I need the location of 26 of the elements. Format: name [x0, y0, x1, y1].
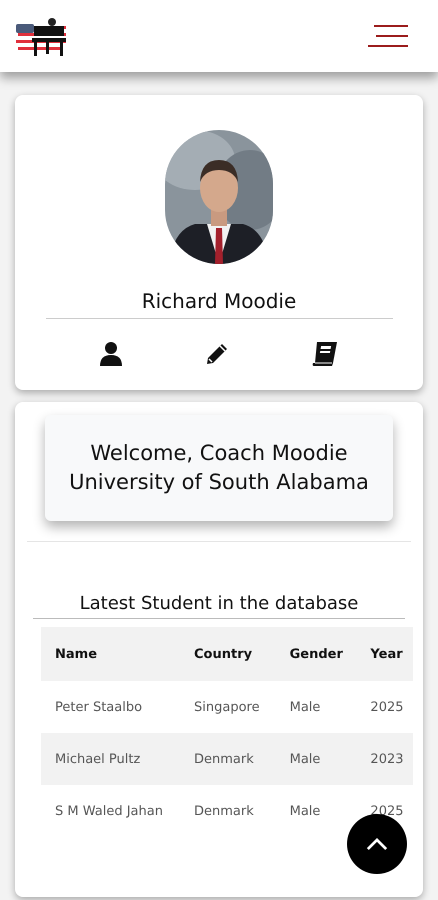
pencil-icon[interactable] — [205, 342, 229, 366]
table-cell: S M Waled Jahan — [55, 804, 163, 818]
welcome-text: University of South Alabama — [69, 469, 369, 496]
table-cell: 2025 — [370, 804, 404, 818]
profile-name: Richard Moodie — [142, 289, 296, 313]
table-cell: 2023 — [370, 752, 404, 766]
table-cell: Michael Pultz — [55, 752, 140, 766]
column-header: Name — [55, 646, 98, 662]
chevron-up-icon — [366, 838, 388, 850]
user-icon[interactable] — [100, 342, 122, 366]
welcome-text: Welcome, Coach Moodie — [90, 440, 348, 467]
logo-icon[interactable] — [16, 16, 68, 56]
column-header: Gender — [290, 646, 343, 662]
table-cell: Denmark — [194, 752, 254, 766]
table-cell: Denmark — [194, 804, 254, 818]
book-icon[interactable] — [312, 341, 338, 367]
table-cell: Singapore — [194, 700, 260, 714]
table-title: Latest Student in the database — [78, 592, 360, 616]
table-cell: Male — [290, 804, 320, 818]
table-cell: Male — [290, 752, 320, 766]
table-cell: Peter Staalbo — [55, 700, 142, 714]
column-header: Country — [194, 646, 252, 662]
menu-icon[interactable] — [368, 24, 408, 48]
table-cell: 2025 — [370, 700, 404, 714]
table-cell: Male — [290, 700, 320, 714]
column-header: Year — [370, 646, 403, 662]
